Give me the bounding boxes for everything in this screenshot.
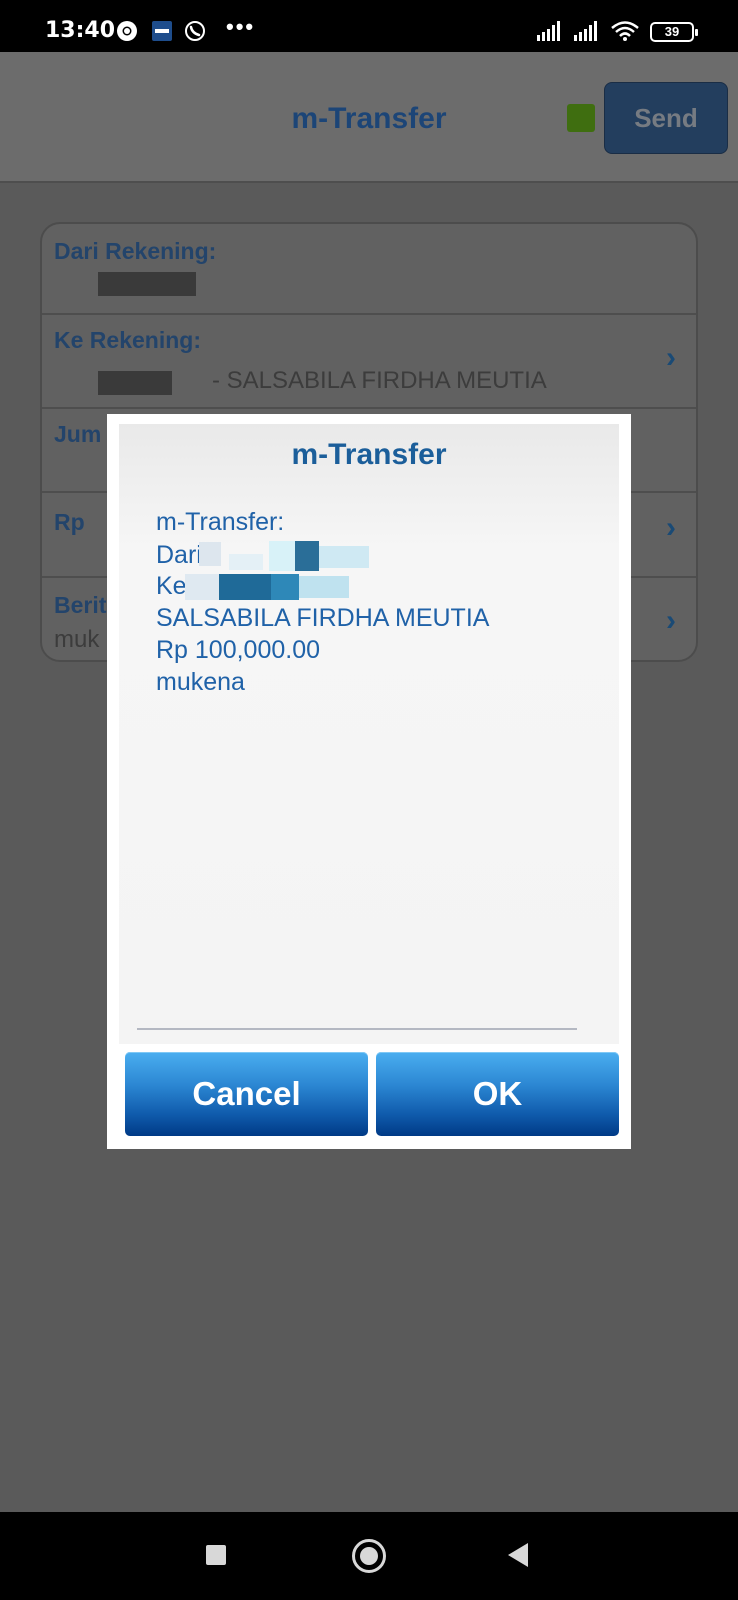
dialog-title: m-Transfer <box>291 438 447 471</box>
chevron-right-icon: › <box>666 604 676 637</box>
redacted-value <box>229 554 263 570</box>
dialog-divider <box>137 1028 577 1030</box>
send-button[interactable]: Send <box>604 82 728 154</box>
status-bar: 13:40 ••• 39 <box>0 0 738 52</box>
form-label: Rp <box>54 509 85 535</box>
redacted-value <box>199 542 221 566</box>
cancel-button[interactable]: Cancel <box>125 1052 368 1136</box>
message-line: m-Transfer: <box>156 508 285 536</box>
app-icon <box>152 21 172 41</box>
status-indicator <box>567 104 595 132</box>
form-value: muk <box>54 626 100 653</box>
redacted-value <box>98 371 172 395</box>
form-label: Dari Rekening: <box>54 238 217 264</box>
message-line: SALSABILA FIRDHA MEUTIA <box>156 604 490 632</box>
form-value: - SALSABILA FIRDHA MEUTIA <box>212 367 547 394</box>
signal-icon <box>537 21 560 41</box>
chevron-right-icon: › <box>666 341 676 374</box>
redacted-value <box>269 541 295 571</box>
chrome-icon <box>117 21 137 41</box>
message-line: Ke <box>156 572 187 600</box>
chevron-right-icon: › <box>666 511 676 544</box>
ok-button[interactable]: OK <box>376 1052 619 1136</box>
redacted-value <box>319 546 369 568</box>
confirm-dialog: m-Transfer m-Transfer: Dari Ke SALSABILA… <box>107 414 631 1149</box>
status-time: 13:40 <box>45 18 116 43</box>
signal-icon <box>574 21 597 41</box>
battery-icon: 39 <box>650 22 698 42</box>
message-line: Dari <box>156 541 202 569</box>
form-label: Ke Rekening: <box>54 327 201 353</box>
redacted-value <box>185 574 219 600</box>
navigation-bar <box>0 1512 738 1600</box>
app-header: m-Transfer Send <box>0 52 738 183</box>
form-label: Jum <box>54 421 102 447</box>
message-line: mukena <box>156 668 245 696</box>
form-row-to-account[interactable]: Ke Rekening: - SALSABILA FIRDHA MEUTIA › <box>42 315 696 409</box>
battery-level: 39 <box>664 24 680 39</box>
redacted-value <box>98 272 196 296</box>
form-row-from-account[interactable]: Dari Rekening: <box>42 224 696 315</box>
whatsapp-icon <box>185 21 205 41</box>
redacted-value <box>299 576 349 598</box>
redacted-value <box>219 574 271 600</box>
message-line: Rp 100,000.00 <box>156 636 321 664</box>
redacted-value <box>295 541 319 571</box>
form-label: Berit <box>54 592 107 618</box>
redacted-value <box>271 574 299 600</box>
back-icon[interactable] <box>508 1543 528 1567</box>
dialog-body: m-Transfer m-Transfer: Dari Ke SALSABILA… <box>119 424 619 1044</box>
more-dots-icon: ••• <box>226 14 256 39</box>
home-icon[interactable] <box>352 1539 386 1573</box>
recent-apps-icon[interactable] <box>206 1545 226 1565</box>
wifi-icon <box>611 21 639 41</box>
